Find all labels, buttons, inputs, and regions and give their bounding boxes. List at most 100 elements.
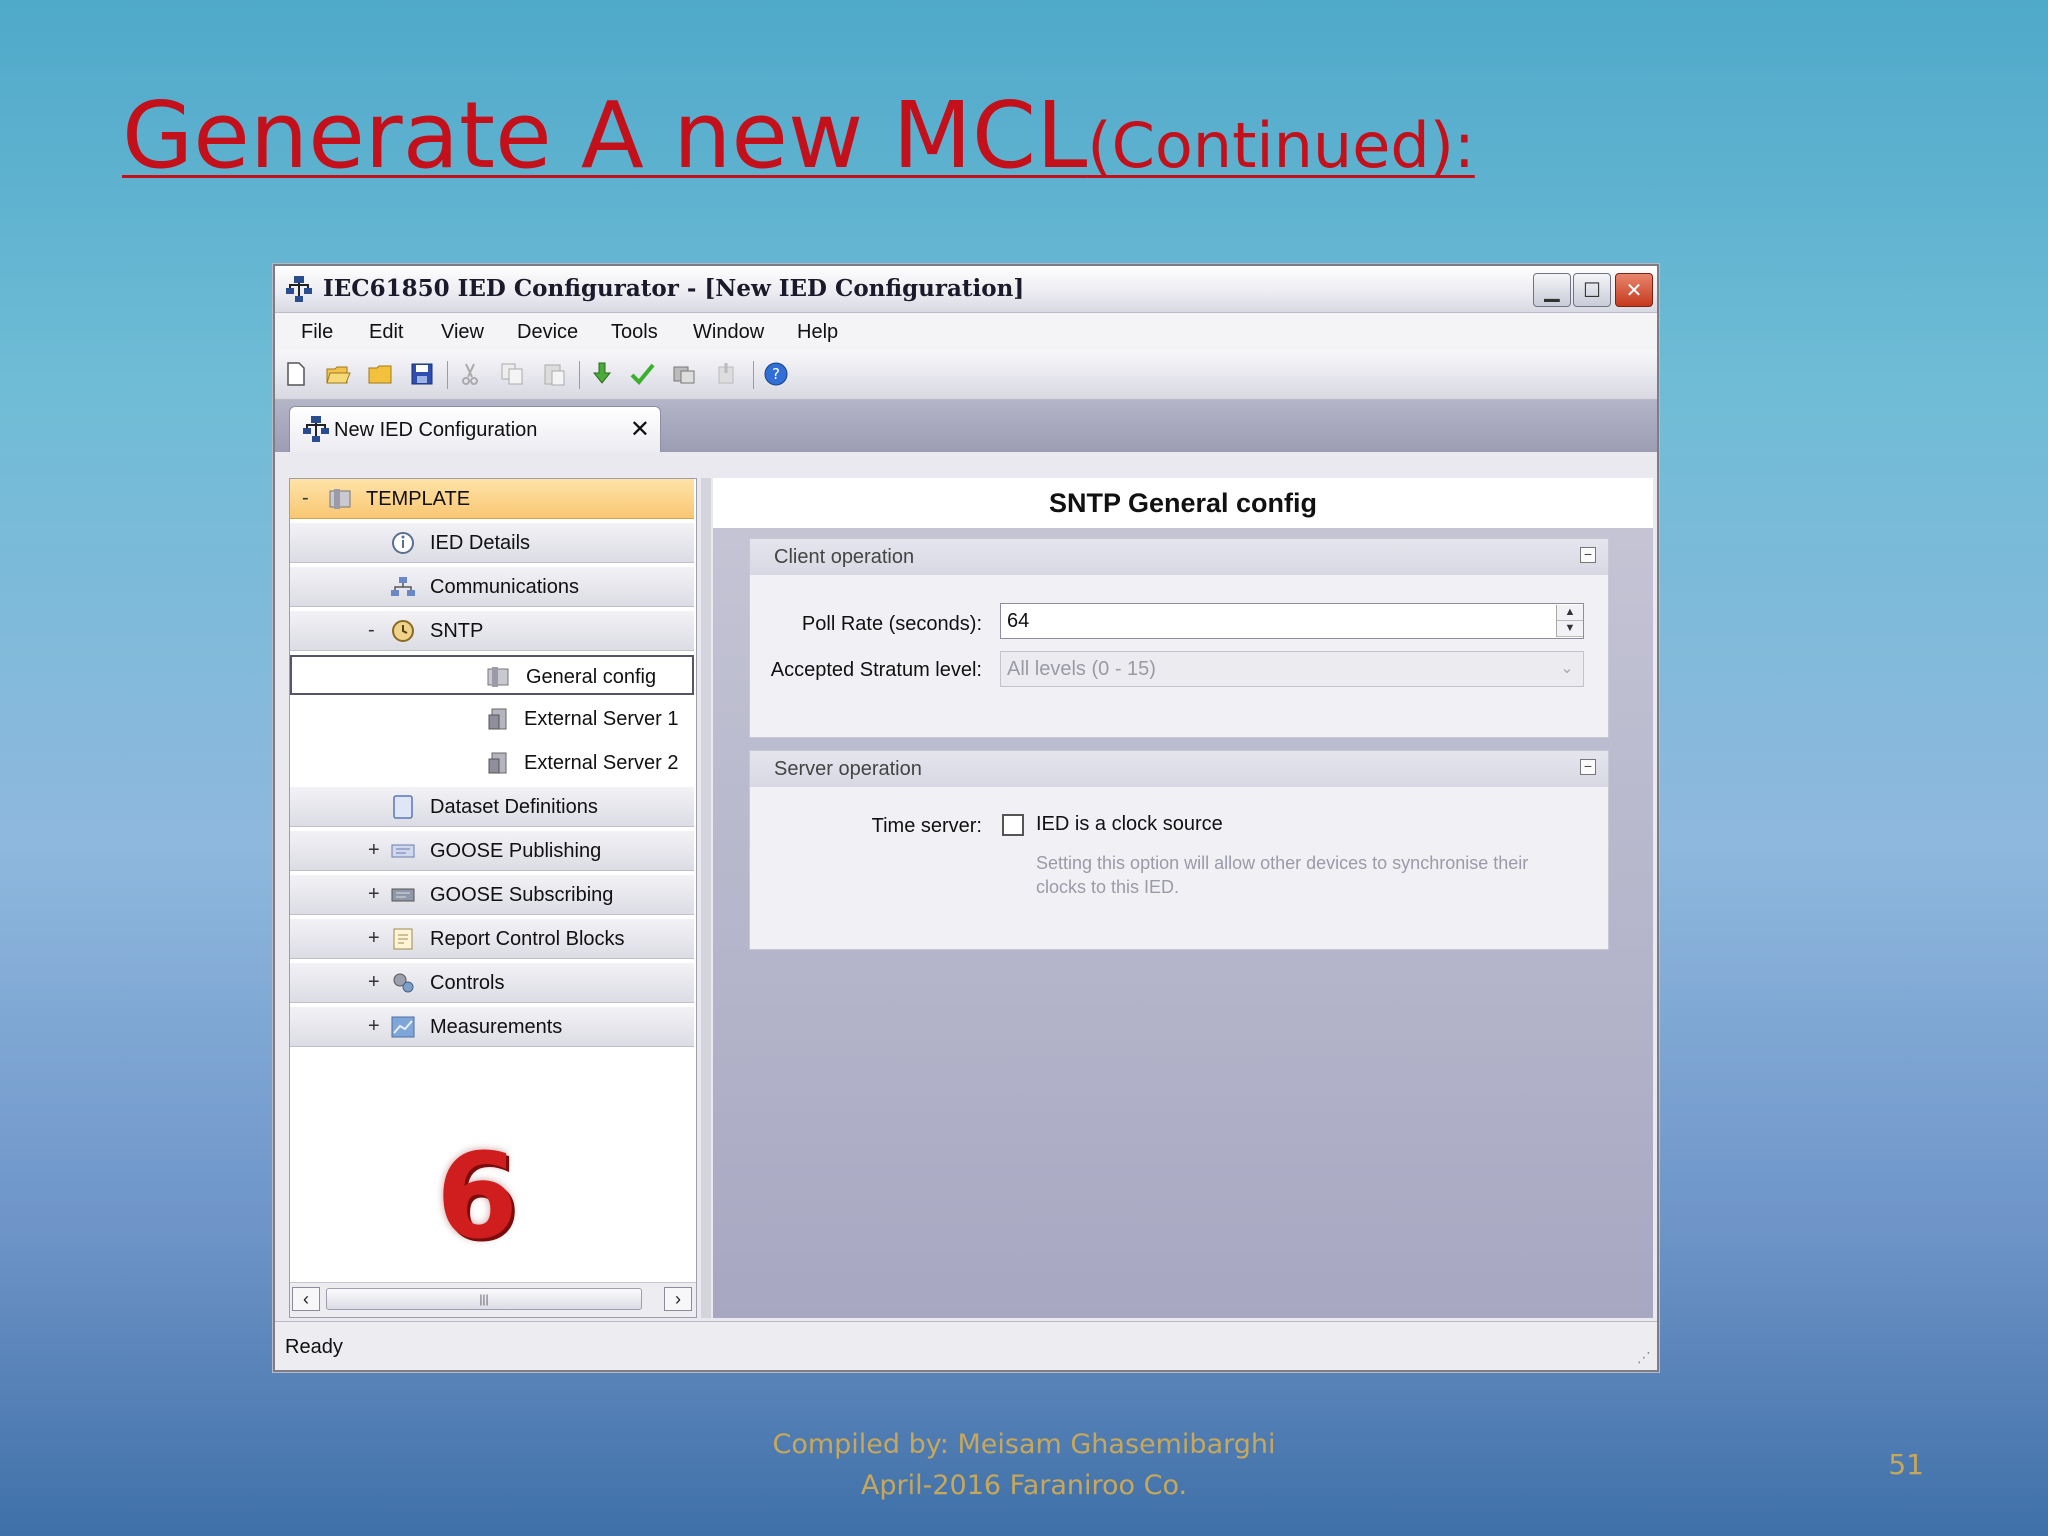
paste-icon[interactable] [541, 361, 567, 387]
save-icon[interactable] [409, 361, 435, 387]
goose-publish-icon [391, 844, 415, 858]
server-operation-group: Server operation − Time server: IED is a… [749, 750, 1609, 950]
help-icon[interactable]: ? [763, 361, 789, 387]
minimize-button[interactable]: ▁ [1533, 273, 1571, 307]
slide-title: Generate A new MCL(Continued): [122, 82, 1475, 189]
client-operation-group: Client operation − Poll Rate (seconds): … [749, 538, 1609, 738]
tree-item-external-server-2[interactable]: External Server 2 [290, 743, 694, 783]
menu-bar: File Edit View Device Tools Window Help [275, 313, 1657, 351]
menu-window[interactable]: Window [693, 321, 764, 344]
minimize-icon: ▁ [1544, 279, 1560, 302]
info-icon [392, 532, 414, 554]
tree-label: Communications [430, 576, 579, 598]
toolbar-separator [753, 361, 754, 389]
expand-icon[interactable]: + [368, 883, 380, 906]
expand-icon[interactable]: + [368, 927, 380, 950]
status-bar: Ready ⋰ [275, 1321, 1657, 1370]
app-tree-icon [286, 276, 312, 302]
tree-item-report-control-blocks[interactable]: + Report Control Blocks [290, 919, 694, 959]
tree-label: GOOSE Subscribing [430, 884, 614, 906]
tree-label: Measurements [430, 1016, 563, 1038]
scroll-thumb[interactable]: ||| [326, 1288, 642, 1310]
tree-label: IED Details [430, 532, 531, 554]
menu-edit[interactable]: Edit [369, 321, 403, 344]
server-icon [488, 708, 507, 730]
close-button[interactable]: ✕ [1615, 273, 1653, 307]
tree-item-external-server-1[interactable]: External Server 1 [290, 699, 694, 739]
upload-icon[interactable] [713, 361, 739, 387]
panel-splitter[interactable] [701, 478, 711, 1318]
stratum-select[interactable]: All levels (0 - 15) ⌄ [1000, 651, 1584, 687]
menu-file[interactable]: File [301, 321, 333, 344]
folder-icon[interactable] [367, 361, 393, 387]
tree-item-ied-details[interactable]: IED Details [290, 523, 694, 563]
tree-item-dataset-definitions[interactable]: Dataset Definitions [290, 787, 694, 827]
menu-tools[interactable]: Tools [611, 321, 658, 344]
footer-date: April-2016 Faraniroo Co. [860, 1470, 1188, 1501]
close-icon: ✕ [1625, 279, 1643, 302]
tree-item-communications[interactable]: Communications [290, 567, 694, 607]
chevron-down-icon[interactable]: ⌄ [1555, 656, 1579, 682]
maximize-button[interactable]: ☐ [1573, 273, 1611, 307]
collapse-icon[interactable]: - [368, 619, 375, 642]
svg-text:?: ? [772, 365, 780, 383]
controls-gear-icon [393, 973, 414, 993]
menu-view[interactable]: View [441, 321, 484, 344]
page-title: SNTP General config [713, 478, 1653, 528]
slide-footer: Compiled by: Meisam Ghasemibarghi April-… [0, 1424, 2048, 1506]
resize-grip-icon[interactable]: ⋰ [1637, 1349, 1651, 1366]
menu-help[interactable]: Help [797, 321, 838, 344]
download-icon[interactable] [589, 361, 615, 387]
poll-rate-spinner[interactable]: ▲ ▼ [1556, 605, 1583, 637]
title-bar[interactable]: IEC61850 IED Configurator - [New IED Con… [275, 266, 1657, 313]
network-icon [391, 577, 415, 596]
tab-close-icon[interactable]: ✕ [630, 415, 650, 444]
clock-source-checkbox[interactable] [1002, 814, 1024, 836]
expand-icon[interactable]: + [368, 971, 380, 994]
tree-label: GOOSE Publishing [430, 840, 602, 862]
slide-title-suffix: (Continued): [1087, 109, 1475, 182]
tree-label: External Server 2 [524, 752, 679, 774]
tab-new-ied-configuration[interactable]: New IED Configuration ✕ [289, 406, 661, 452]
validate-check-icon[interactable] [629, 361, 655, 387]
tree-item-goose-subscribing[interactable]: + GOOSE Subscribing [290, 875, 694, 915]
spin-up-icon[interactable]: ▲ [1557, 605, 1583, 621]
expand-icon[interactable]: + [368, 1015, 380, 1038]
stratum-label: Accepted Stratum level: [770, 659, 982, 681]
page-number: 51 [1888, 1448, 1924, 1481]
clock-source-label: IED is a clock source [1036, 813, 1223, 835]
spin-down-icon[interactable]: ▼ [1557, 621, 1583, 637]
collapse-group-icon[interactable]: − [1580, 759, 1596, 775]
collapse-group-icon[interactable]: − [1580, 547, 1596, 563]
report-icon [393, 928, 413, 950]
tree-horizontal-scrollbar[interactable]: ‹ ||| › [290, 1282, 696, 1317]
poll-rate-label: Poll Rate (seconds): [801, 613, 982, 635]
cut-icon[interactable] [457, 361, 483, 387]
tree-item-measurements[interactable]: + Measurements [290, 1007, 694, 1047]
scroll-left-icon[interactable]: ‹ [292, 1287, 320, 1311]
expand-icon[interactable]: + [368, 839, 380, 862]
tree-item-controls[interactable]: + Controls [290, 963, 694, 1003]
tree-item-general-config[interactable]: General config [290, 655, 694, 695]
scroll-right-icon[interactable]: › [664, 1287, 692, 1311]
tree-item-template[interactable]: - TEMPLATE [290, 479, 694, 519]
server-icon [488, 752, 507, 774]
app-tree-icon [303, 416, 329, 442]
collapse-icon[interactable]: - [302, 487, 309, 510]
poll-rate-input[interactable] [1000, 603, 1584, 639]
tab-label: New IED Configuration [334, 419, 538, 441]
measurements-icon [391, 1016, 415, 1038]
tree-item-sntp[interactable]: - SNTP [290, 611, 694, 651]
stratum-value: All levels (0 - 15) [1007, 658, 1156, 680]
new-file-icon[interactable] [283, 361, 309, 387]
footer-author: Compiled by: Meisam Ghasemibarghi [772, 1429, 1276, 1460]
group-header: Client operation [750, 539, 1608, 575]
menu-device[interactable]: Device [517, 321, 578, 344]
tree-label: Dataset Definitions [430, 796, 598, 818]
clock-source-hint: Setting this option will allow other dev… [1036, 853, 1529, 897]
copy-icon[interactable] [499, 361, 525, 387]
devices-icon[interactable] [671, 361, 697, 387]
tree-item-goose-publishing[interactable]: + GOOSE Publishing [290, 831, 694, 871]
tree-label: External Server 1 [524, 708, 679, 730]
open-folder-icon[interactable] [325, 361, 351, 387]
